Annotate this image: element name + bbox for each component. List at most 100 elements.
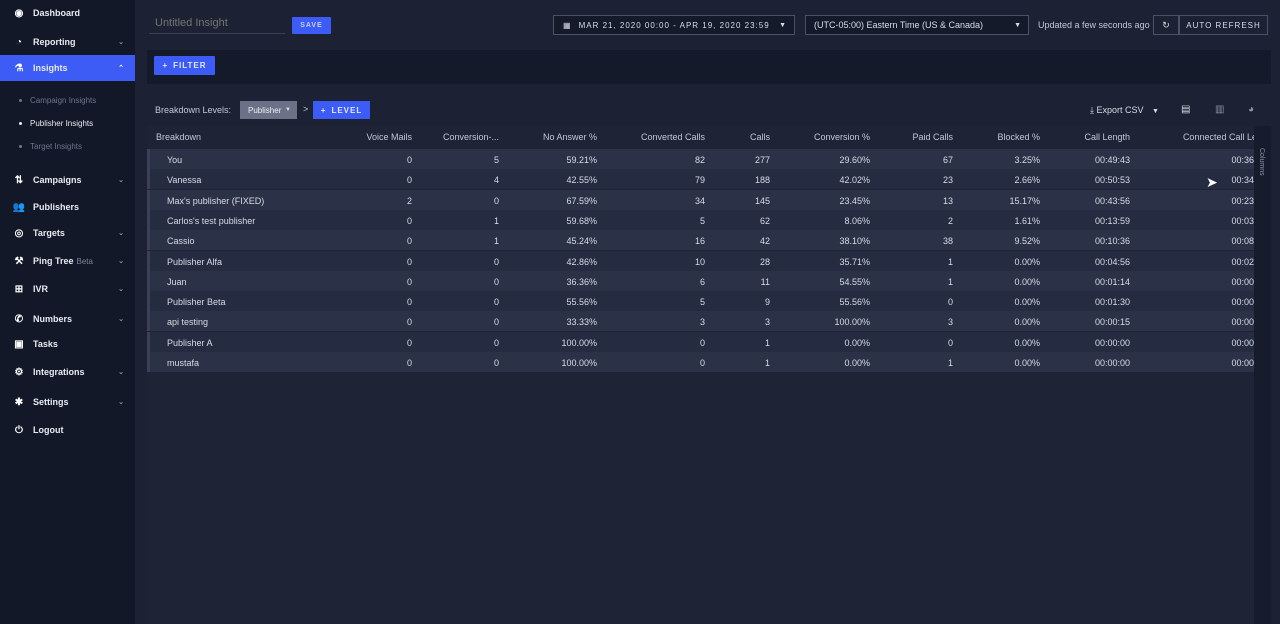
table-cell: 1 [764,337,770,348]
date-range-picker[interactable]: ▦ MAR 21, 2020 00:00 - APR 19, 2020 23:5… [553,15,795,35]
caret-down-icon: ▼ [285,107,291,113]
gear-icon: ✱ [14,396,24,408]
save-button[interactable]: SAVE [292,17,331,34]
filter-label: FILTER [173,61,207,70]
nav-targets[interactable]: ◎ Targets ⌄ [0,220,135,246]
table-cell: 1 [493,236,499,247]
table-row[interactable]: Carlos's test publisher 0 1 59.68% 5 62 8.06% 2… [147,209,1254,230]
sub-publisher-insights[interactable]: Publisher Insights [19,116,93,130]
table-row[interactable]: Cassio 0 1 45.24% 16 42 38.10% 38 9.52% 00:10:36 0… [147,230,1254,251]
table-cell: 59.68% [566,215,597,226]
table-cell: 42.86% [566,256,597,267]
add-filter-button[interactable]: + FILTER [154,56,215,75]
nav-label: Ping Tree [33,256,74,266]
nav-label: Tasks [33,339,58,349]
nav-ivr[interactable]: ⊞ IVR ⌄ [0,276,135,302]
table-cell: 3 [699,317,705,328]
table-row[interactable]: Vanessa 0 4 42.55% 79 188 42.02% 23 2.66% 00:50:5… [147,169,1254,190]
table-row[interactable]: Juan 0 0 36.36% 6 11 54.55% 1 0.00% 00:01:14 00:00 [147,270,1254,291]
table-row[interactable]: Max's publisher (FIXED) 2 0 67.59% 34 145 23.4… [147,189,1254,210]
bullet-icon [19,98,22,102]
table-row[interactable]: You 0 5 59.21% 82 277 29.60% 67 3.25% 00:49:43 00:… [147,149,1254,169]
table-row[interactable]: Publisher Alfa 0 0 42.86% 10 28 35.71% 1 0.00% 00… [147,250,1254,271]
table-cell: 15.17% [1009,195,1040,206]
nav-dashboard[interactable]: ◉ Dashboard [0,0,135,26]
campaigns-icon: ⇅ [14,174,24,186]
nav-numbers[interactable]: ✆ Numbers ⌄ [0,306,135,332]
add-level-button[interactable]: + LEVEL [313,101,370,119]
table-cell: 0 [406,215,412,226]
table-cell: 1 [493,215,499,226]
table-cell: 00:00 [1231,276,1254,287]
timezone-select[interactable]: (UTC-05:00) Eastern Time (US & Canada) ▼ [805,15,1029,35]
nav-settings[interactable]: ✱ Settings ⌄ [0,389,135,415]
table-cell: 00:04:56 [1094,256,1130,267]
table-cell: 67 [942,155,953,165]
columns-toggle-label[interactable]: Columns [1258,148,1265,176]
table-cell: 10 [694,256,705,267]
table-row[interactable]: Publisher A 0 0 100.00% 0 1 0.00% 0 0.00% 00:00:0… [147,331,1254,352]
table-cell: 2 [406,195,412,206]
nav-label: Numbers [33,314,73,324]
date-range-value: MAR 21, 2020 00:00 - APR 19, 2020 23:59 [578,20,770,30]
table-cell: 23.45% [839,195,870,206]
table-cell: 0.00% [1014,358,1040,368]
breakdown-level-select[interactable]: Publisher ▼ [240,101,297,119]
column-header[interactable]: Voice Mails [366,132,412,142]
level-label: LEVEL [331,105,363,115]
nav-tasks[interactable]: ▣ Tasks [0,331,135,357]
nav-integrations[interactable]: ⚙ Integrations ⌄ [0,359,135,385]
table-cell: 0.00% [1014,256,1040,267]
column-header[interactable]: Converted Calls [641,132,705,142]
nav-ping-tree[interactable]: ⚒ Ping Tree Beta ⌄ [0,248,135,274]
power-icon: ⏻ [15,424,23,436]
table-cell: 0 [406,175,412,186]
column-header[interactable]: Paid Calls [912,132,953,142]
table-row[interactable]: mustafa 0 0 100.00% 0 1 0.00% 1 0.00% 00:00:00 00:… [147,352,1254,372]
table-row[interactable]: Publisher Beta 0 0 55.56% 5 9 55.56% 0 0.00% 00:0… [147,291,1254,312]
table-cell: 00:00 [1231,337,1254,348]
nav-logout[interactable]: ⏻ Logout [0,417,135,443]
table-cell: 79 [694,175,705,186]
table-row[interactable]: api testing 0 0 33.33% 3 3 100.00% 3 0.00% 00:00:… [147,311,1254,332]
column-header[interactable]: Call Length [1084,132,1130,142]
plus-icon: + [162,61,169,70]
nav-reporting[interactable]: ◔ Reporting ⌄ [0,29,135,55]
columns-panel-toggle[interactable] [1254,126,1271,624]
export-csv-button[interactable]: ⤓ Export CSV ▼ [1090,105,1159,116]
table-cell: 188 [754,175,770,186]
cogs-icon: ⚙ [14,366,24,378]
table-cell: 00:01:30 [1094,297,1130,308]
table-cell: 13 [942,195,953,206]
sub-target-insights[interactable]: Target Insights [19,139,82,153]
table-cell: 45.24% [566,236,597,247]
table-cell: 42.02% [839,175,870,186]
caret-down-icon: ▼ [1014,21,1021,29]
pie-chart-icon[interactable]: ◕ [1248,104,1254,115]
table-cell: 2.66% [1014,175,1040,186]
bar-chart-icon[interactable]: ▥ [1215,104,1224,115]
nav-campaigns[interactable]: ⇅ Campaigns ⌄ [0,167,135,193]
column-header[interactable]: Conversion-... [443,132,499,142]
column-header[interactable]: Blocked % [997,132,1040,142]
nav-insights[interactable]: ⚗ Insights ⌃ [0,55,135,81]
column-header[interactable]: Breakdown [156,132,201,142]
auto-refresh-button[interactable]: AUTO REFRESH [1179,15,1268,35]
nav-label: IVR [33,284,49,294]
table-cell: 38.10% [839,236,870,247]
table-cell: 100.00% [561,358,597,368]
table-view-icon[interactable]: ▤ [1181,104,1190,115]
insight-title-input[interactable] [149,12,285,34]
column-header[interactable]: Connected Call Len [1183,132,1254,142]
refresh-button[interactable]: ↻ [1153,15,1179,35]
plus-icon: + [320,105,327,115]
column-header[interactable]: Calls [750,132,770,142]
table-cell: 55.56% [839,297,870,308]
breakdown-bar: Breakdown Levels: Publisher ▼ > + LEVEL … [147,96,1271,124]
sub-campaign-insights[interactable]: Campaign Insights [19,93,96,107]
column-header[interactable]: No Answer % [543,132,597,142]
column-header[interactable]: Conversion % [814,132,870,142]
table-cell: 00:43:56 [1094,195,1130,206]
nav-label: Campaigns [33,175,82,185]
nav-publishers[interactable]: 👥 Publishers [0,194,135,220]
